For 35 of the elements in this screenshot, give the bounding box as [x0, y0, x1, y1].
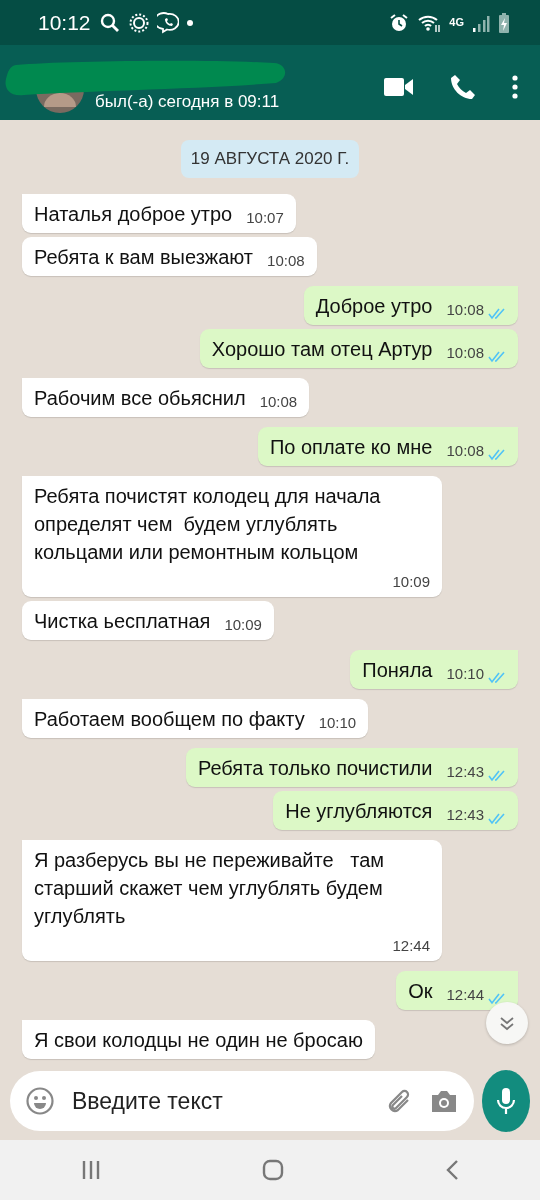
message-time: 10:08 [446, 440, 484, 461]
message-text: Поняла [362, 657, 433, 683]
message-text: Ребята к вам выезжают [34, 244, 254, 270]
status-time: 10:12 [38, 9, 91, 36]
message-time: 12:43 [446, 761, 484, 782]
message-time: 10:08 [446, 342, 484, 363]
date-chip: 19 АВГУСТА 2020 Г. [180, 140, 360, 178]
message-text: По оплате ко мне [269, 434, 433, 460]
message-time: 12:43 [446, 804, 484, 825]
message-composer[interactable]: Введите текст [10, 1071, 474, 1131]
message-text: Ребята только почистили [198, 755, 433, 781]
message-time: 10:09 [224, 614, 262, 635]
message-time: 10:08 [446, 299, 484, 320]
message-text: Ок [408, 978, 433, 1004]
message-time: 10:09 [392, 571, 430, 592]
message-time: 12:44 [446, 984, 484, 1005]
message-time: 10:07 [246, 207, 284, 228]
message-text: Чистка ьесплатная [34, 608, 211, 634]
last-seen: был(-а) сегодня в 09:11 [95, 91, 280, 113]
message-text: Я свои колодцы не один не бросаю [34, 1027, 363, 1053]
message-input-field[interactable]: Введите текст [70, 1082, 370, 1120]
message-text: Доброе утро [315, 293, 433, 319]
message-text: Не углубляются [285, 798, 433, 824]
message-time: 10:10 [318, 712, 357, 733]
message-time: 10:08 [259, 391, 298, 412]
message-time: 12:44 [392, 935, 430, 956]
message-time: 10:08 [267, 250, 305, 271]
message-text: Хорошо там отец Артур [211, 336, 433, 362]
message-text: Я разберусь вы не переживайте там старший скажет чем углублять будем углублять [34, 847, 385, 929]
message-text: Наталья доброе утро [34, 201, 233, 227]
message-text: Рабочим все обьяснил [34, 385, 246, 411]
message-time: 10:10 [446, 663, 484, 684]
network-type: 4G [449, 15, 464, 31]
message-text: Работаем вообщем по факту [34, 706, 305, 732]
message-text: Ребята почистят колодец для начала определят чем будем углублять кольцами или ремонтным кольцом [34, 483, 382, 565]
